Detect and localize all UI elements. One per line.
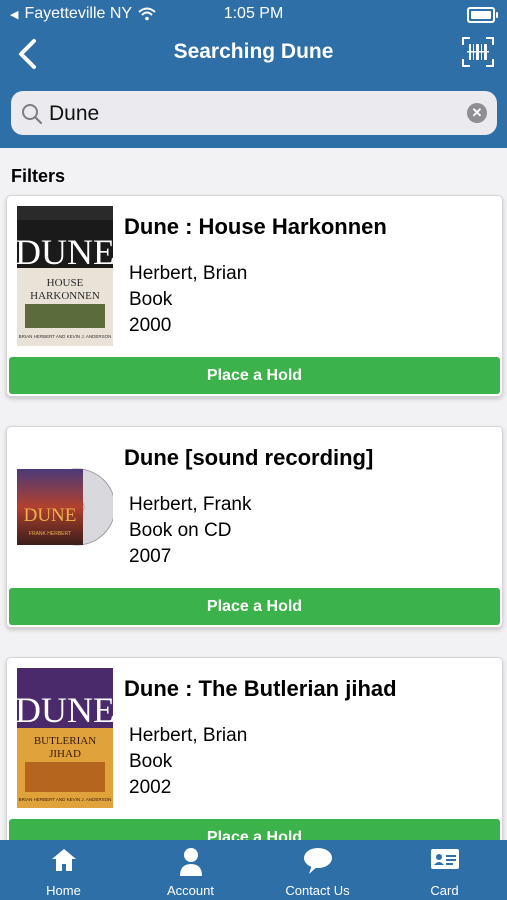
- barcode-scan-icon[interactable]: [461, 35, 495, 69]
- tab-label: Contact Us: [285, 883, 350, 898]
- chat-bubble-icon: [303, 848, 332, 874]
- tab-home[interactable]: Home: [0, 840, 127, 900]
- bottom-tab-bar: Home Account Contact Us Card: [0, 840, 507, 900]
- clear-search-icon[interactable]: ✕: [467, 103, 487, 123]
- svg-text:BUTLERIAN: BUTLERIAN: [34, 735, 96, 747]
- result-card[interactable]: DUNE FRANK HERBERT Dune [sound recording…: [6, 426, 503, 628]
- svg-text:HOUSE: HOUSE: [47, 277, 84, 289]
- svg-text:FRANK HERBERT: FRANK HERBERT: [29, 531, 71, 537]
- person-icon: [179, 848, 202, 876]
- page-title: Searching Dune: [173, 40, 334, 63]
- place-hold-button[interactable]: Place a Hold: [9, 357, 500, 394]
- result-author: Herbert, Frank: [129, 494, 252, 515]
- place-hold-button[interactable]: Place a Hold: [9, 819, 500, 840]
- status-time: 1:05 PM: [223, 5, 284, 22]
- book-cover-image: DUNE HOUSE HARKONNEN BRIAN HERBERT AND K…: [17, 206, 113, 346]
- book-cover-image: DUNE BUTLERIAN JIHAD BRIAN HERBERT AND K…: [17, 668, 113, 808]
- id-card-icon: [430, 849, 459, 869]
- result-card[interactable]: DUNE HOUSE HARKONNEN BRIAN HERBERT AND K…: [6, 195, 503, 397]
- home-icon: [51, 849, 76, 871]
- cd-cover-image: DUNE FRANK HERBERT: [17, 468, 113, 546]
- result-title[interactable]: Dune : House Harkonnen: [124, 214, 387, 240]
- svg-text:BRIAN HERBERT AND KEVIN J. AND: BRIAN HERBERT AND KEVIN J. ANDERSON: [19, 334, 112, 339]
- search-icon: [22, 104, 43, 125]
- result-year: 2002: [129, 777, 172, 798]
- tab-label: Home: [46, 883, 81, 898]
- results-list: Filters DUNE HOUSE HARKONNEN BRIAN HERBE…: [0, 148, 507, 840]
- result-title[interactable]: Dune [sound recording]: [124, 445, 373, 471]
- svg-text:DUNE: DUNE: [17, 690, 113, 730]
- result-card[interactable]: DUNE BUTLERIAN JIHAD BRIAN HERBERT AND K…: [6, 657, 503, 840]
- svg-text:BRIAN HERBERT AND KEVIN J. AND: BRIAN HERBERT AND KEVIN J. ANDERSON: [19, 797, 112, 802]
- tab-label: Account: [167, 883, 214, 898]
- top-bar: ◀ Fayetteville NY 1:05 PM Searching Dune: [0, 0, 507, 148]
- tab-label: Card: [430, 883, 459, 898]
- svg-text:DUNE: DUNE: [24, 505, 77, 526]
- result-author: Herbert, Brian: [129, 263, 248, 284]
- result-format: Book: [129, 289, 173, 310]
- result-format: Book: [129, 751, 173, 772]
- filters-button[interactable]: Filters: [11, 166, 65, 187]
- svg-text:DUNE: DUNE: [17, 232, 113, 272]
- tab-contact-us[interactable]: Contact Us: [254, 840, 381, 900]
- svg-text:HARKONNEN: HARKONNEN: [30, 290, 100, 302]
- battery-icon: [467, 7, 498, 23]
- tab-card[interactable]: Card: [381, 840, 507, 900]
- place-hold-button[interactable]: Place a Hold: [9, 588, 500, 625]
- svg-text:JIHAD: JIHAD: [49, 748, 81, 760]
- result-author: Herbert, Brian: [129, 725, 248, 746]
- status-bar: ◀ Fayetteville NY 1:05 PM: [0, 0, 507, 30]
- result-title[interactable]: Dune : The Butlerian jihad: [124, 676, 397, 702]
- result-year: 2007: [129, 546, 172, 567]
- search-bar[interactable]: Dune ✕: [11, 91, 497, 135]
- result-year: 2000: [129, 315, 172, 336]
- navigation-bar: Searching Dune: [0, 30, 507, 80]
- result-format: Book on CD: [129, 520, 232, 541]
- tab-account[interactable]: Account: [127, 840, 254, 900]
- search-input[interactable]: Dune: [49, 102, 99, 126]
